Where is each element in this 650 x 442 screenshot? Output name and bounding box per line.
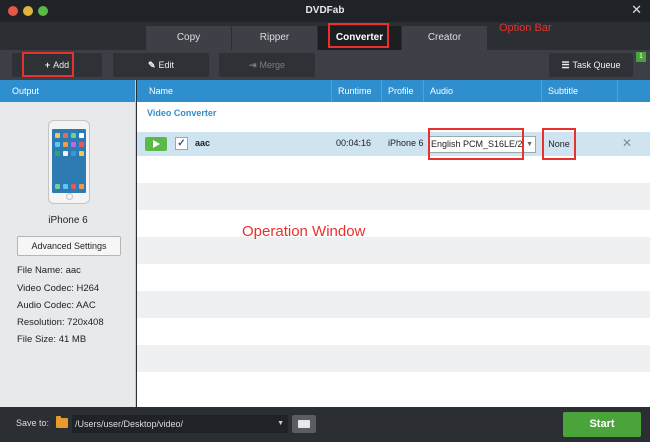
open-folder-icon [298, 420, 310, 428]
dropdown-arrow-icon: ▼ [277, 420, 284, 427]
output-panel: Output iPhone 6 Advanced Settings File N… [0, 80, 136, 407]
tab-ripper[interactable]: Ripper [232, 26, 318, 50]
tab-creator[interactable]: Creator [402, 26, 488, 50]
iphone-device-icon [48, 120, 90, 204]
empty-row [137, 291, 650, 318]
merge-icon: ⇥ [248, 60, 257, 70]
close-icon[interactable]: ✕ [631, 3, 642, 17]
row-name: aac [195, 138, 211, 148]
task-queue-icon: ☰ [561, 60, 570, 70]
column-subtitle[interactable]: Subtitle [541, 80, 617, 102]
column-name[interactable]: Name [143, 80, 173, 102]
phone-home-button [66, 193, 73, 200]
dropdown-arrow-icon: ▼ [526, 141, 533, 148]
subtitle-highlight-box [542, 128, 576, 160]
save-path-value: /Users/user/Desktop/video/ [75, 419, 184, 429]
row-profile: iPhone 6 [388, 138, 424, 148]
edit-button[interactable]: ✎ Edit [113, 53, 209, 77]
column-audio[interactable]: Audio [423, 80, 541, 102]
empty-row [137, 237, 650, 264]
folder-icon [56, 416, 68, 428]
task-queue-badge: 1 [636, 52, 646, 62]
checkbox-icon[interactable]: ✓ [175, 137, 188, 150]
save-path-select[interactable]: /Users/user/Desktop/video/ ▼ [72, 415, 288, 433]
info-video-codec: Video Codec: H264 [17, 283, 100, 294]
info-file-name: File Name: aac [17, 265, 81, 276]
option-bar: Copy Ripper Converter Creator Option Bar [0, 22, 650, 50]
column-actions [617, 80, 650, 102]
column-profile[interactable]: Profile [381, 80, 423, 102]
row-runtime: 00:04:16 [336, 138, 372, 148]
tab-copy[interactable]: Copy [146, 26, 232, 50]
remove-row-icon[interactable]: ✕ [622, 136, 632, 150]
empty-row [137, 183, 650, 210]
phone-screen [52, 129, 86, 193]
play-button[interactable] [145, 137, 167, 151]
column-runtime[interactable]: Runtime [331, 80, 381, 102]
task-queue-label: Task Queue [572, 60, 621, 70]
converter-highlight-box [328, 23, 389, 48]
output-header: Output [0, 80, 135, 102]
info-audio-codec: Audio Codec: AAC [17, 300, 96, 311]
play-icon [153, 140, 160, 148]
save-to-label: Save to: [16, 418, 50, 428]
task-queue-button[interactable]: ☰ Task Queue [549, 53, 633, 77]
advanced-settings-button[interactable]: Advanced Settings [17, 236, 121, 256]
info-resolution: Resolution: 720x408 [17, 317, 104, 328]
add-highlight-box [22, 52, 74, 77]
operation-window-annotation: Operation Window [242, 223, 366, 240]
browse-folder-button[interactable] [292, 415, 316, 433]
operation-window: Name Runtime Profile Audio Subtitle Vide… [137, 80, 650, 407]
info-file-size: File Size: 41 MB [17, 334, 87, 345]
start-button[interactable]: Start [563, 412, 641, 437]
window-title: DVDFab [305, 5, 345, 16]
group-row: Video Converter [137, 102, 650, 126]
merge-button[interactable]: ⇥ Merge [219, 53, 315, 77]
table-header: Name Runtime Profile Audio Subtitle [137, 80, 650, 102]
table-row[interactable]: ✓ aac 00:04:16 iPhone 6 English PCM_S16L… [137, 128, 650, 160]
edit-label: Edit [158, 60, 175, 70]
group-label: Video Converter [147, 108, 217, 118]
app-window: DVDFab ✕ Copy Ripper Converter Creator O… [0, 0, 650, 442]
edit-icon: ✎ [147, 60, 156, 70]
merge-label: Merge [259, 60, 286, 70]
bottom-bar: Save to: /Users/user/Desktop/video/ ▼ St… [0, 407, 650, 442]
title-bar: DVDFab ✕ [0, 0, 650, 22]
toolbar: + Add ✎ Edit ⇥ Merge ☰ Task Queue 1 [0, 50, 650, 80]
device-name: iPhone 6 [48, 215, 88, 226]
option-bar-annotation: Option Bar [499, 22, 552, 34]
empty-row [137, 345, 650, 372]
audio-highlight-box [428, 128, 524, 160]
